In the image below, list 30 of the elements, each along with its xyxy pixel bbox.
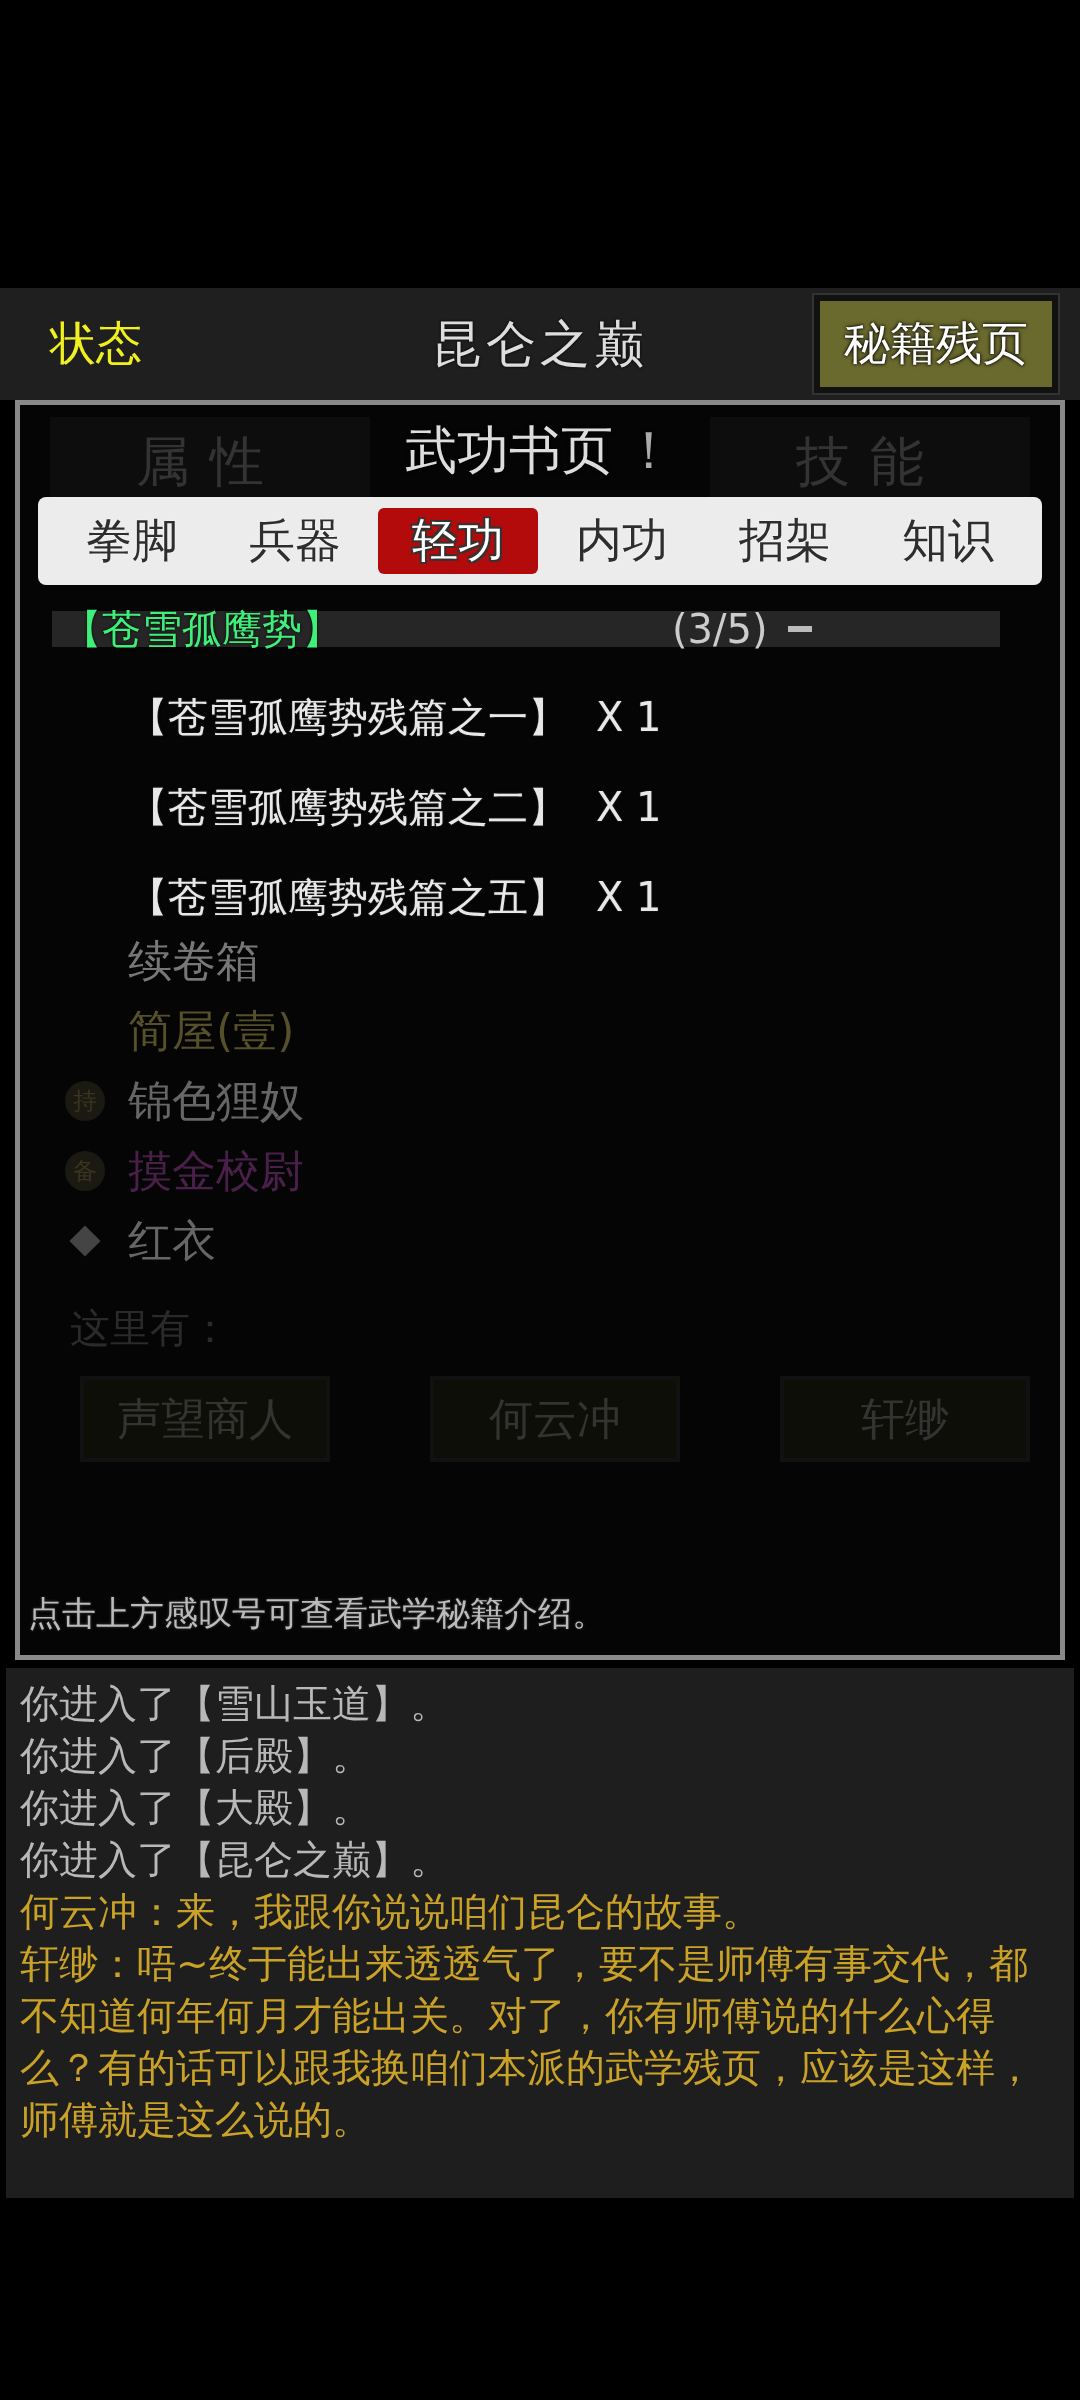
- category-tab[interactable]: 轻功: [378, 508, 539, 574]
- fragment-quantity: X 1: [596, 874, 662, 920]
- secret-pages-button[interactable]: 秘籍残页: [814, 295, 1058, 393]
- collapse-icon[interactable]: [787, 626, 812, 632]
- dimmed-item: 简屋(壹): [128, 1003, 295, 1058]
- dimmed-item: 红衣: [128, 1213, 216, 1268]
- category-tab[interactable]: 招架: [704, 508, 865, 574]
- dimmed-item: 摸金校尉: [128, 1143, 304, 1198]
- fragment-quantity: X 1: [596, 694, 662, 740]
- category-tab[interactable]: 内功: [541, 508, 702, 574]
- log-line: 轩缈：唔~终于能出来透透气了，要不是师傅有事交代，都不知道何年何月才能出关。对了，你有师傅说的什么心得么？有的话可以跟我换咱们本派的武学残页，应该是这样，师傅就是这么说的。: [20, 1940, 1035, 2144]
- log-line: 何云冲：来，我跟你说说咱们昆仑的故事。: [20, 1888, 762, 1936]
- info-link[interactable]: ！: [623, 416, 675, 486]
- category-tab[interactable]: 兵器: [215, 508, 375, 574]
- log-line: 你进入了【雪山玉道】。: [20, 1680, 450, 1728]
- category-tab[interactable]: 知识: [868, 508, 1029, 574]
- log-line: 你进入了【昆仑之巅】。: [20, 1836, 450, 1884]
- fragment-name: 【苍雪孤鹰势残篇之五】: [128, 872, 568, 922]
- log-line: 你进入了【后殿】。: [20, 1732, 372, 1780]
- dimmed-item: 锦色狸奴: [128, 1073, 304, 1128]
- fragment-quantity: X 1: [596, 784, 662, 830]
- hint-text: 点击上方感叹号可查看武学秘籍介绍。: [28, 1592, 607, 1635]
- location-title: 昆仑之巅: [432, 313, 648, 375]
- category-tab[interactable]: 拳脚: [51, 508, 212, 574]
- fragment-name: 【苍雪孤鹰势残篇之一】: [128, 692, 568, 742]
- fragment-name: 【苍雪孤鹰势残篇之二】: [128, 782, 568, 832]
- status-link[interactable]: 状态: [50, 313, 142, 375]
- modal-title: 武功书页: [405, 419, 613, 482]
- log-line: 你进入了【大殿】。: [20, 1784, 372, 1832]
- dimmed-item: 续卷箱: [128, 933, 260, 988]
